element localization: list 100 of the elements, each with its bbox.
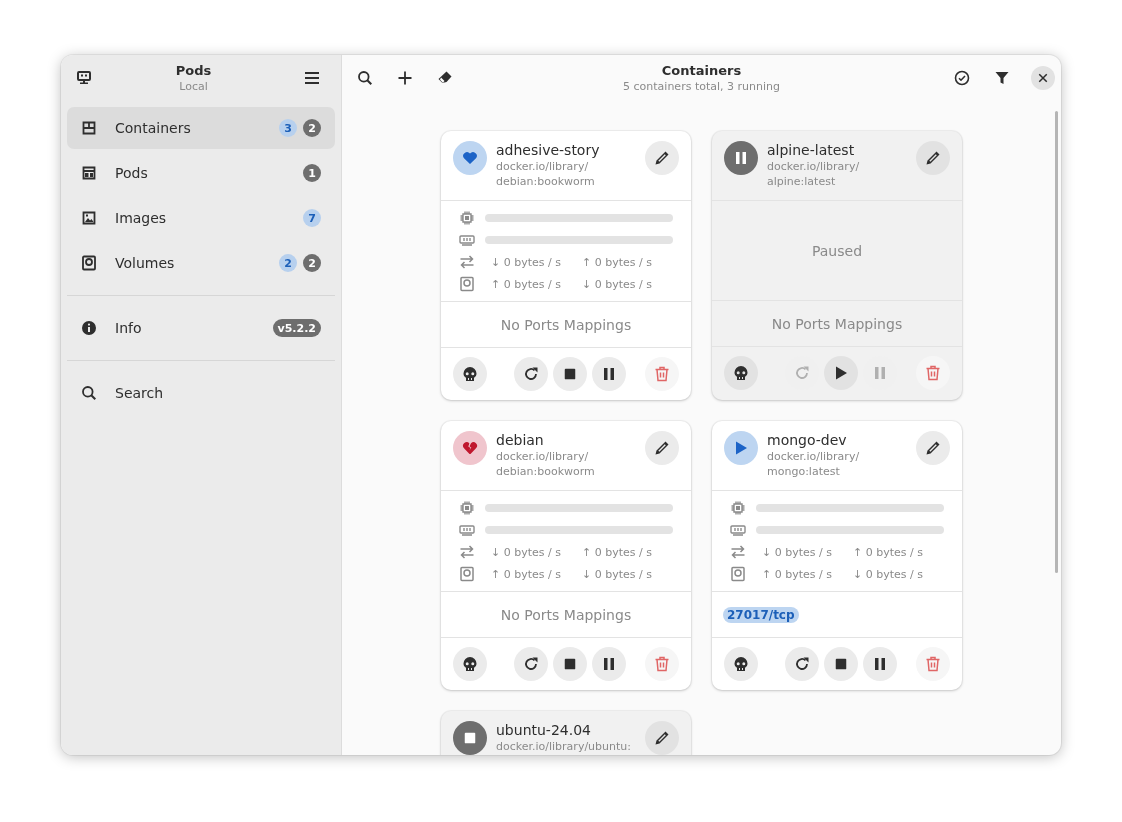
restart-button[interactable] <box>514 647 548 681</box>
sidebar-item[interactable]: Images 7 <box>67 197 335 239</box>
skull-icon <box>462 656 478 672</box>
stop-icon <box>563 657 577 671</box>
container-name: mongo-dev <box>767 431 848 449</box>
pause-icon <box>601 366 617 382</box>
pause-icon <box>872 365 888 381</box>
stop-button[interactable] <box>553 357 587 391</box>
network-icon <box>730 544 746 560</box>
network-upload-rate: ↑ 0 bytes / s <box>582 255 653 269</box>
trash-icon <box>925 365 941 381</box>
stop-icon <box>834 657 848 671</box>
port-tag[interactable]: 27017/tcp <box>723 606 799 623</box>
image-name: debian:bookworm <box>496 174 596 189</box>
kill-button[interactable] <box>453 357 487 391</box>
layout-icon <box>81 165 97 181</box>
disk-read-rate: ↓ 0 bytes / s <box>582 277 653 291</box>
disk-write-rate: ↑ 0 bytes / s <box>491 567 562 581</box>
restart-button[interactable] <box>514 357 548 391</box>
sidebar-item[interactable]: Containers 3 2 <box>67 107 335 149</box>
restart-icon <box>523 366 539 382</box>
sidebar-subtitle: Local <box>179 79 208 94</box>
kill-button[interactable] <box>724 647 758 681</box>
scrollbar[interactable] <box>1055 111 1058 573</box>
pencil-icon <box>654 150 670 166</box>
pencil-icon <box>654 730 670 746</box>
restart-icon <box>794 365 810 381</box>
info-item[interactable]: Info v5.2.2 <box>67 307 335 349</box>
sidebar-item-label: Volumes <box>115 255 176 271</box>
sidebar-item-label: Search <box>115 385 165 401</box>
image-name: docker.io/library/ubuntu: <box>496 739 632 754</box>
plus-icon <box>397 70 413 86</box>
skull-icon <box>462 366 478 382</box>
stop-icon <box>563 367 577 381</box>
pause-button[interactable] <box>863 647 897 681</box>
image-name: docker.io/library/ <box>767 159 861 174</box>
delete-button[interactable] <box>645 357 679 391</box>
eraser-icon <box>437 70 453 86</box>
no-ports-text: No Ports Mappings <box>771 315 903 332</box>
delete-button[interactable] <box>916 356 950 390</box>
sidebar-item-label: Info <box>115 320 143 336</box>
count-badge: 3 <box>279 119 297 137</box>
count-badge: 1 <box>303 164 321 182</box>
menu-icon <box>304 70 320 86</box>
stop-button[interactable] <box>824 647 858 681</box>
filter-icon <box>994 70 1010 86</box>
delete-button[interactable] <box>645 647 679 681</box>
close-icon <box>1037 72 1049 84</box>
version-badge: v5.2.2 <box>272 319 321 337</box>
disk-write-rate: ↑ 0 bytes / s <box>762 567 833 581</box>
sidebar-item[interactable]: Pods 1 <box>67 152 335 194</box>
count-badge: 7 <box>303 209 321 227</box>
search-icon <box>81 385 97 401</box>
info-icon <box>81 320 97 336</box>
count-badge: 2 <box>303 254 321 272</box>
close-button[interactable] <box>1031 66 1055 90</box>
image-name: debian:bookworm <box>496 464 596 479</box>
trash-icon <box>654 366 670 382</box>
image-name: docker.io/library/ <box>496 449 590 464</box>
image-name: docker.io/library/ <box>496 159 590 174</box>
network-icon <box>459 544 475 560</box>
memory-icon <box>459 522 475 538</box>
memory-icon <box>459 232 475 248</box>
status-message: Paused <box>811 242 863 259</box>
edit-button[interactable] <box>916 141 950 175</box>
pause-icon <box>601 656 617 672</box>
no-ports-text: No Ports Mappings <box>500 316 632 333</box>
no-ports-text: No Ports Mappings <box>500 606 632 623</box>
kill-button[interactable] <box>453 647 487 681</box>
container-icon <box>81 120 97 136</box>
pause-button[interactable] <box>592 357 626 391</box>
edit-button[interactable] <box>916 431 950 465</box>
edit-button[interactable] <box>645 721 679 755</box>
restart-button[interactable] <box>785 647 819 681</box>
image-name: docker.io/library/ <box>767 449 861 464</box>
cpu-icon <box>459 210 475 226</box>
sidebar-item[interactable]: Volumes 2 2 <box>67 242 335 284</box>
network-download-rate: ↓ 0 bytes / s <box>491 545 562 559</box>
stop-button[interactable] <box>553 647 587 681</box>
disk-read-rate: ↓ 0 bytes / s <box>853 567 924 581</box>
pause-icon <box>724 141 758 175</box>
page-title: Containers <box>661 62 742 79</box>
search-item[interactable]: Search <box>67 372 335 414</box>
edit-button[interactable] <box>645 141 679 175</box>
pause-button[interactable] <box>592 647 626 681</box>
delete-button[interactable] <box>916 647 950 681</box>
image-name: mongo:latest <box>767 464 841 479</box>
start-button[interactable] <box>824 356 858 390</box>
kill-button[interactable] <box>724 356 758 390</box>
count-badge: 2 <box>303 119 321 137</box>
network-upload-rate: ↑ 0 bytes / s <box>582 545 653 559</box>
count-badge: 2 <box>279 254 297 272</box>
edit-button[interactable] <box>645 431 679 465</box>
sidebar-title: Pods <box>175 62 212 79</box>
network-download-rate: ↓ 0 bytes / s <box>762 545 833 559</box>
play-icon <box>724 431 758 465</box>
restart-icon <box>794 656 810 672</box>
stop-icon <box>453 721 487 755</box>
container-name: debian <box>496 431 545 449</box>
network-icon <box>459 254 475 270</box>
